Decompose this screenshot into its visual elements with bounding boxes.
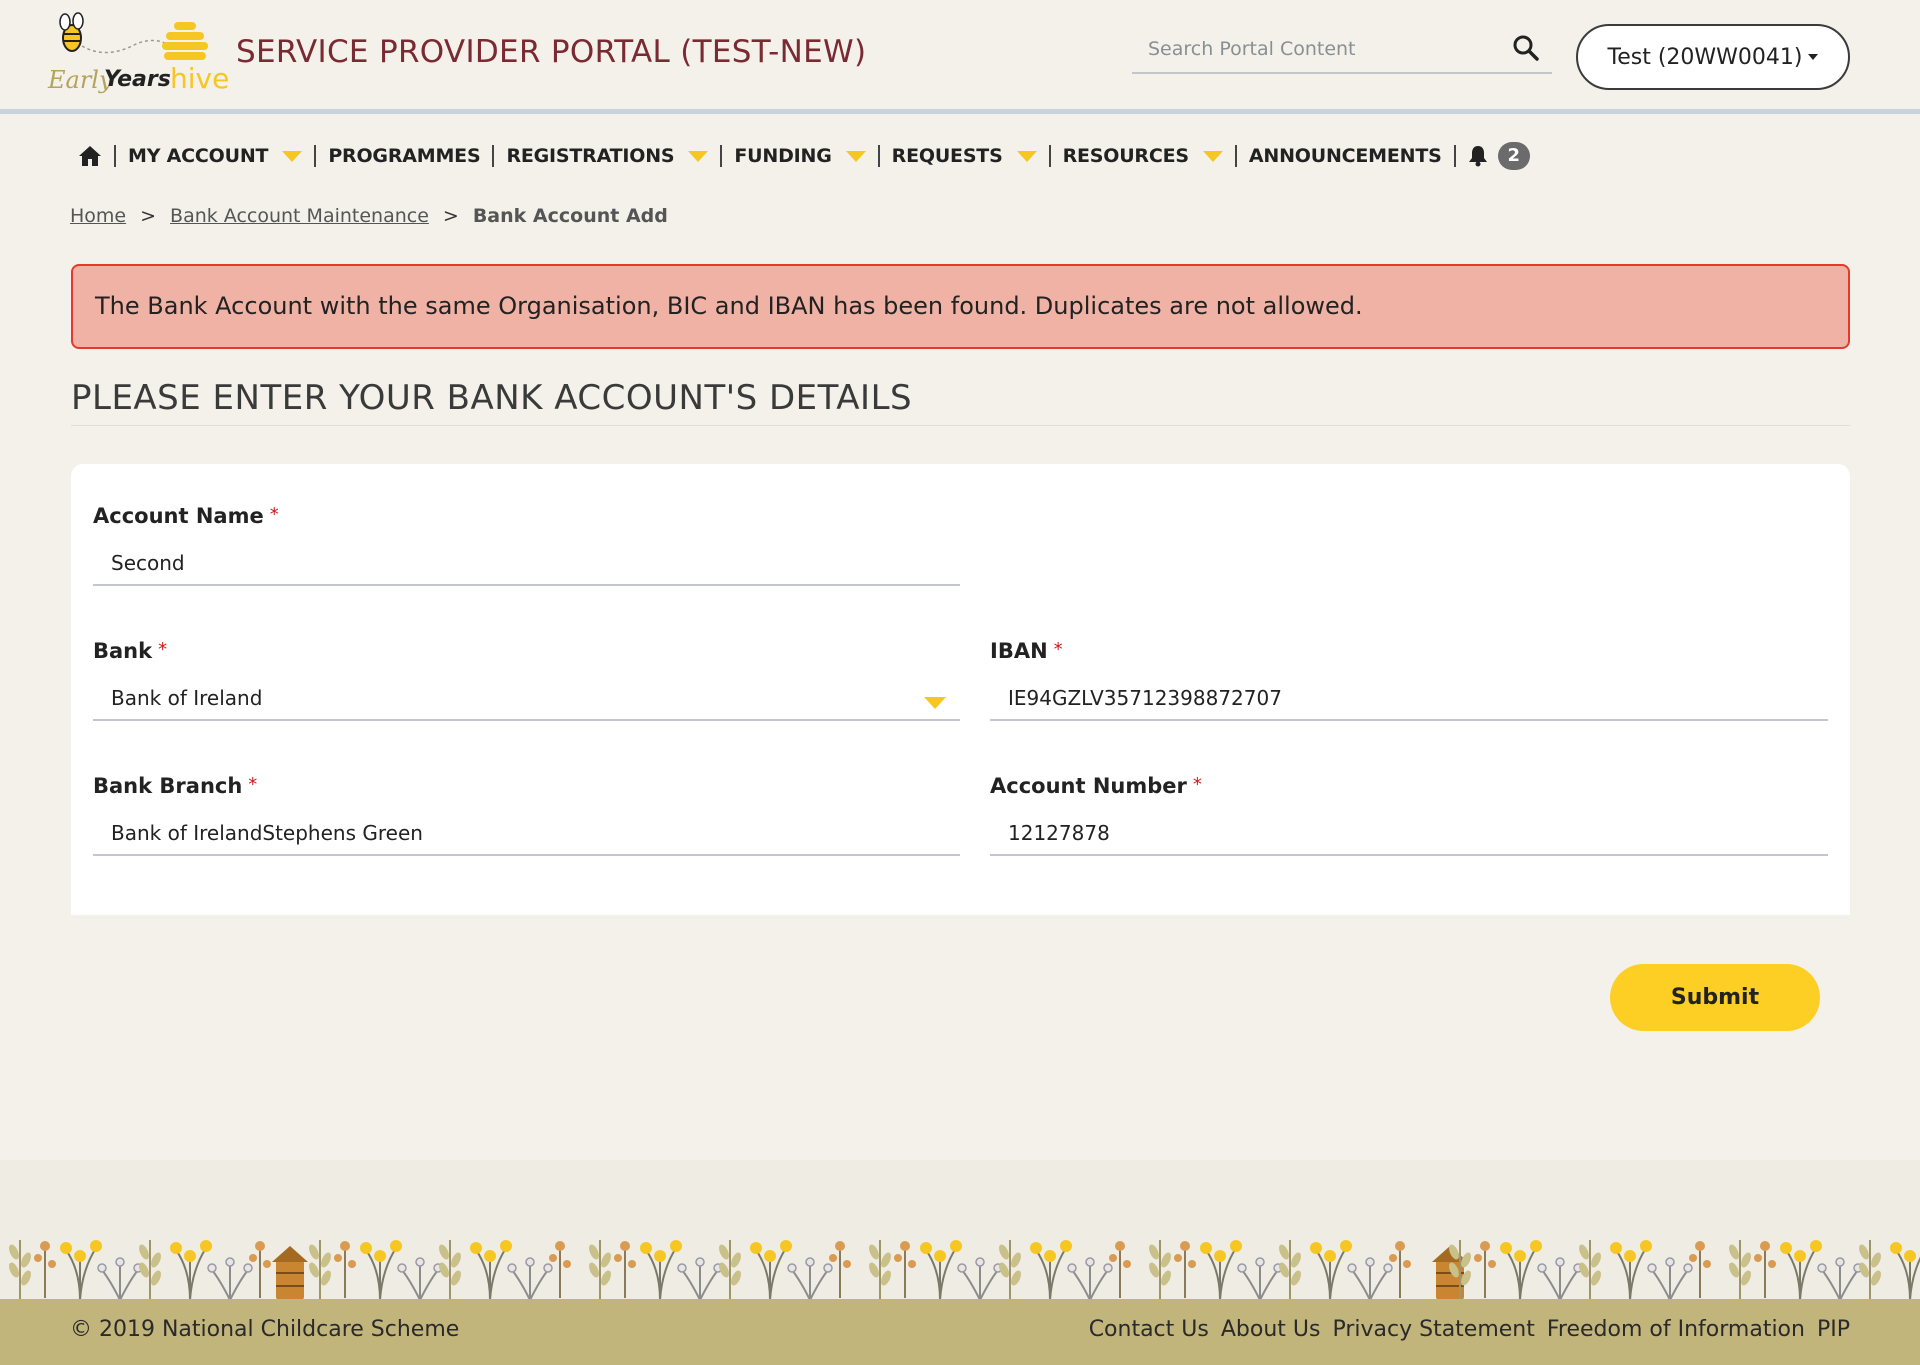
dropdown-caret-icon[interactable]: [924, 697, 946, 709]
svg-text:Years: Years: [104, 67, 171, 92]
footer-link-privacy-statement[interactable]: Privacy Statement: [1332, 1317, 1534, 1342]
home-icon[interactable]: [78, 144, 102, 168]
account-name-field-group: Account Name *: [93, 504, 960, 594]
account-number-field-group: Account Number *: [990, 774, 1828, 864]
breadcrumb-separator: >: [442, 205, 459, 227]
required-marker: *: [1192, 774, 1202, 795]
breadcrumb: Home > Bank Account Maintenance > Bank A…: [70, 205, 668, 227]
error-alert: The Bank Account with the same Organisat…: [71, 264, 1850, 349]
bank-branch-input[interactable]: [93, 812, 960, 856]
nav-funding[interactable]: FUNDING: [734, 145, 866, 167]
bank-label-text: Bank: [93, 639, 153, 663]
account-number-input[interactable]: [990, 812, 1828, 856]
submit-button[interactable]: Submit: [1610, 964, 1820, 1031]
bank-branch-field-group: Bank Branch *: [93, 774, 960, 864]
site-header: Early Years hive SERVICE PROVIDER PORTAL…: [0, 0, 1920, 114]
account-number-label: Account Number *: [990, 774, 1828, 798]
nav-resources[interactable]: RESOURCES: [1063, 145, 1223, 167]
caret-down-icon: [1808, 54, 1819, 60]
nav-label: ANNOUNCEMENTS: [1248, 145, 1442, 167]
required-marker: *: [269, 504, 279, 525]
nav-divider: [1234, 145, 1237, 167]
dropdown-caret-icon: [1016, 150, 1037, 162]
dropdown-caret-icon: [688, 150, 709, 162]
early-years-hive-logo[interactable]: Early Years hive: [46, 10, 232, 100]
footer-link-freedom-of-information[interactable]: Freedom of Information: [1547, 1317, 1805, 1342]
search-icon[interactable]: [1512, 34, 1540, 62]
bank-account-form: Account Name* Bank* IBAN* Bank Branch* A…: [71, 464, 1850, 915]
required-marker: *: [1053, 639, 1063, 660]
nav-label: MY ACCOUNT: [128, 145, 269, 167]
search-bar: [1132, 26, 1552, 74]
nav-my-account[interactable]: MY ACCOUNT: [128, 145, 303, 167]
notifications-button[interactable]: 2: [1468, 142, 1530, 170]
account-name-label: Account Name *: [93, 504, 960, 528]
required-marker: *: [248, 774, 258, 795]
iban-label-text: IBAN: [990, 639, 1048, 663]
bank-branch-label-text: Bank Branch: [93, 774, 243, 798]
iban-input[interactable]: [990, 677, 1828, 721]
floral-pattern-image: [0, 1160, 1920, 1300]
nav-divider: [877, 145, 880, 167]
breadcrumb-current: Bank Account Add: [472, 205, 668, 227]
dropdown-caret-icon: [282, 150, 303, 162]
bell-icon: [1468, 146, 1487, 167]
breadcrumb-separator: >: [140, 205, 157, 227]
nav-divider: [314, 145, 317, 167]
nav-divider: [1453, 145, 1456, 167]
notification-count-badge: 2: [1497, 142, 1530, 170]
account-name-label-text: Account Name: [93, 504, 264, 528]
breadcrumb-home-link[interactable]: Home: [70, 205, 126, 227]
nav-label: REGISTRATIONS: [506, 145, 675, 167]
main-nav: MY ACCOUNT PROGRAMMES REGISTRATIONS FUND…: [78, 138, 1530, 174]
nav-divider: [720, 145, 723, 167]
nav-label: PROGRAMMES: [328, 145, 481, 167]
footer-link-contact-us[interactable]: Contact Us: [1089, 1317, 1209, 1342]
nav-label: FUNDING: [734, 145, 832, 167]
bank-select[interactable]: [93, 677, 960, 721]
footer-links: Contact Us About Us Privacy Statement Fr…: [1089, 1317, 1850, 1342]
dropdown-caret-icon: [845, 150, 866, 162]
bank-branch-label: Bank Branch *: [93, 774, 960, 798]
breadcrumb-bank-account-maintenance-link[interactable]: Bank Account Maintenance: [170, 205, 429, 227]
site-footer: © 2019 National Childcare Scheme Contact…: [0, 1299, 1920, 1365]
svg-text:hive: hive: [170, 62, 229, 95]
bank-label: Bank *: [93, 639, 960, 663]
footer-link-about-us[interactable]: About Us: [1221, 1317, 1321, 1342]
nav-requests[interactable]: REQUESTS: [892, 145, 1037, 167]
bank-field-group: Bank *: [93, 639, 960, 729]
search-input[interactable]: [1148, 34, 1488, 64]
nav-label: REQUESTS: [891, 145, 1003, 167]
dropdown-caret-icon: [1202, 150, 1223, 162]
footer-link-pip[interactable]: PIP: [1817, 1317, 1850, 1342]
required-marker: *: [158, 639, 168, 660]
form-section-title: PLEASE ENTER YOUR BANK ACCOUNT'S DETAILS: [71, 378, 1850, 426]
nav-divider: [492, 145, 495, 167]
nav-label: RESOURCES: [1062, 145, 1190, 167]
nav-announcements[interactable]: ANNOUNCEMENTS: [1249, 145, 1442, 167]
nav-programmes[interactable]: PROGRAMMES: [328, 145, 480, 167]
account-name-input[interactable]: [93, 542, 960, 586]
nav-divider: [1048, 145, 1051, 167]
portal-title: SERVICE PROVIDER PORTAL (TEST-NEW): [236, 34, 867, 70]
iban-label: IBAN *: [990, 639, 1828, 663]
nav-registrations[interactable]: REGISTRATIONS: [506, 145, 709, 167]
user-account-menu-button[interactable]: Test (20WW0041): [1576, 24, 1850, 90]
nav-divider: [114, 145, 116, 167]
copyright-text: © 2019 National Childcare Scheme: [70, 1317, 460, 1342]
user-account-label: Test (20WW0041): [1607, 44, 1803, 70]
iban-field-group: IBAN *: [990, 639, 1828, 729]
account-number-label-text: Account Number: [990, 774, 1187, 798]
footer-floral-decoration: [0, 1160, 1920, 1300]
